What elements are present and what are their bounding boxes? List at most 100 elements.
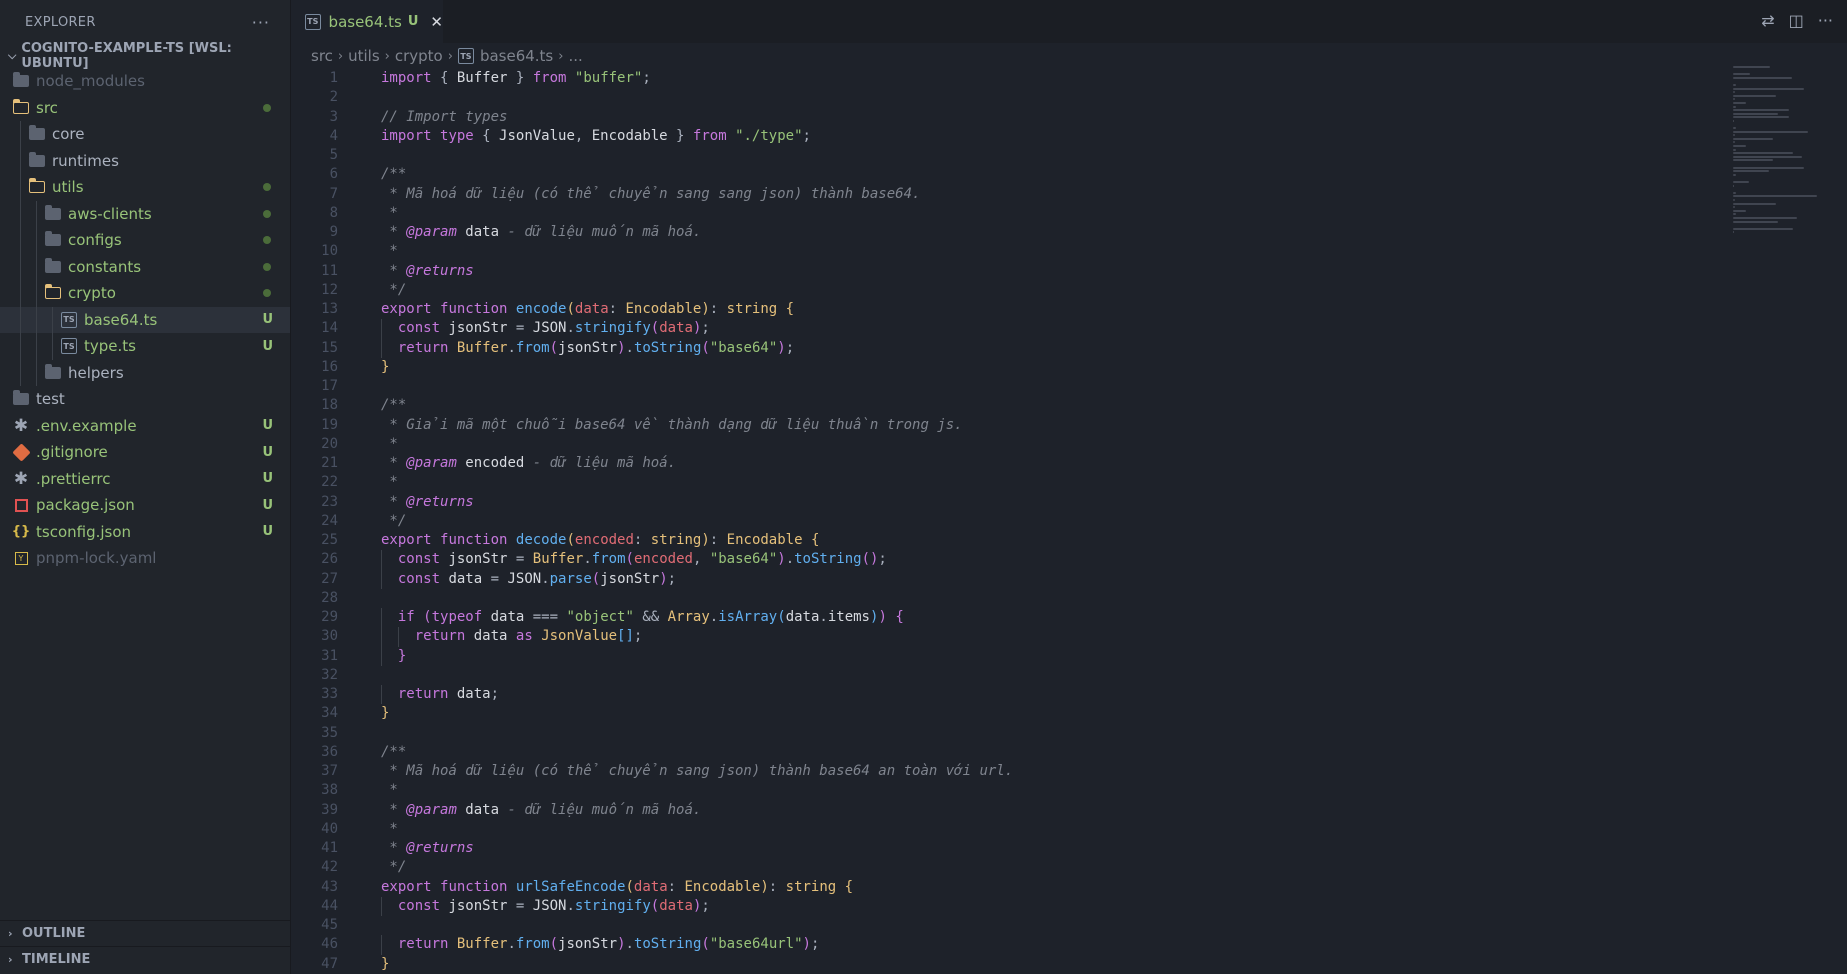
tree-item-configs[interactable]: configs <box>0 227 290 254</box>
chevron-right-icon: › <box>558 48 564 64</box>
code-line: 32 <box>291 666 1721 685</box>
minimap-line <box>1733 105 1737 108</box>
code-token: ) <box>760 878 769 895</box>
breadcrumb-item[interactable]: base64.ts <box>480 47 553 65</box>
code-token: stringify <box>574 897 651 914</box>
breadcrumb-item[interactable]: utils <box>348 47 380 65</box>
code-line: 6 /** <box>291 165 1721 184</box>
code-token: ; <box>878 551 887 568</box>
code-token: ; <box>701 320 710 337</box>
timeline-panel[interactable]: › TIMELINE <box>0 946 290 972</box>
indent-guide <box>20 359 21 386</box>
tree-item-helpers[interactable]: helpers <box>0 359 290 386</box>
code-token: toString <box>794 551 862 568</box>
more-actions-icon[interactable]: ··· <box>1818 11 1833 30</box>
code-token: ) <box>659 570 668 587</box>
code-content: * @returns <box>338 493 473 512</box>
tab-status-badge: U <box>407 14 419 29</box>
code-token: function <box>440 301 508 317</box>
tree-item-constants[interactable]: constants <box>0 253 290 280</box>
breadcrumb-item[interactable]: crypto <box>395 47 443 65</box>
code-line: 3 // Import types <box>291 108 1721 127</box>
folder-icon <box>44 257 62 275</box>
breadcrumb-item[interactable]: src <box>311 47 333 65</box>
minimap[interactable] <box>1733 66 1843 234</box>
code-line: 22 * <box>291 473 1721 492</box>
code-token: export <box>381 301 432 317</box>
tree-item-node-modules[interactable]: node_modules <box>0 68 290 95</box>
indent-guide <box>381 550 382 570</box>
tree-item-type-ts[interactable]: TS type.ts U <box>0 333 290 360</box>
tree-item-label: aws-clients <box>68 204 152 223</box>
code-token: ( <box>549 339 559 356</box>
code-token: ; <box>810 936 820 953</box>
code-token: decode <box>515 532 567 548</box>
code-token: = <box>507 897 533 914</box>
code-line: 44 const jsonStr = JSON.stringify(data); <box>291 896 1721 916</box>
tree-item-package-json[interactable]: package.json U <box>0 492 290 519</box>
code-line: 18 /** <box>291 396 1721 415</box>
minimap-line <box>1733 227 1793 230</box>
tree-item-base64-ts[interactable]: TS base64.ts U <box>0 306 290 333</box>
outline-panel[interactable]: › OUTLINE <box>0 920 290 946</box>
chevron-right-icon: › <box>8 927 13 940</box>
tab-base64[interactable]: TS base64.ts U ✕ <box>291 0 443 43</box>
code-token: && <box>633 609 668 625</box>
code-token: } <box>381 358 390 375</box>
tree-item-tsconfig-json[interactable]: {} tsconfig.json U <box>0 519 290 546</box>
config-file-icon: ✱ <box>13 415 29 436</box>
code-content: } <box>338 955 389 974</box>
code-token: ( <box>650 320 660 337</box>
tree-item-prettierrc[interactable]: ✱ .prettierrc U <box>0 466 290 493</box>
indent-guide <box>381 685 382 705</box>
more-actions-icon[interactable]: ··· <box>252 13 270 32</box>
code-token: const <box>397 320 441 337</box>
indent-guide <box>36 359 37 386</box>
code-token: Buffer <box>456 339 508 356</box>
code-content <box>338 88 381 107</box>
minimap-line <box>1733 137 1774 140</box>
tree-item-test[interactable]: test <box>0 386 290 413</box>
folder-open-icon <box>12 98 30 116</box>
tree-item-core[interactable]: core <box>0 121 290 148</box>
code-token: () <box>861 551 879 568</box>
indent-guide <box>20 280 21 307</box>
split-editor-icon[interactable]: ◫ <box>1789 11 1804 30</box>
code-token: . <box>566 897 575 914</box>
project-root[interactable]: ⌵ COGNITO-EXAMPLE-TS [WSL: UBUNTU] <box>0 41 290 71</box>
source-compare-icon[interactable]: ⇄ <box>1761 11 1774 30</box>
tree-item-runtimes[interactable]: runtimes <box>0 147 290 174</box>
line-number: 2 <box>329 89 338 106</box>
code-token: jsonStr <box>448 897 508 914</box>
tree-item-utils[interactable]: utils <box>0 174 290 201</box>
code-line: 20 * <box>291 435 1721 454</box>
line-number: 15 <box>321 339 338 356</box>
config-file-icon: ✱ <box>13 468 29 489</box>
minimap-line <box>1733 220 1778 223</box>
tree-item-gitignore[interactable]: .gitignore U <box>0 439 290 466</box>
code-token: * <box>381 782 398 799</box>
minimap-line <box>1733 213 1737 216</box>
code-token: ( <box>777 609 786 625</box>
code-token: data <box>448 570 483 587</box>
line-number: 8 <box>329 204 338 221</box>
tree-item-env-example[interactable]: ✱ .env.example U <box>0 413 290 440</box>
code-line: 31 } <box>291 646 1721 666</box>
breadcrumb-item[interactable]: ... <box>568 47 582 65</box>
tree-item-label: .gitignore <box>36 443 108 462</box>
folder-open-icon <box>44 284 62 301</box>
code-content: return data as JsonValue[]; <box>338 627 642 647</box>
tree-item-aws-clients[interactable]: aws-clients <box>0 200 290 227</box>
chevron-right-icon: › <box>447 48 453 64</box>
tree-item-crypto[interactable]: crypto <box>0 280 290 307</box>
tree-item-src[interactable]: src <box>0 95 290 122</box>
code-token: . <box>583 551 592 568</box>
close-icon[interactable]: ✕ <box>430 13 443 31</box>
code-editor[interactable]: 1 import { Buffer } from "buffer"; 2 3// Im… <box>291 69 1721 974</box>
tree-item-pnpm-lock-yaml[interactable]: Ypnpm-lock.yaml <box>0 545 290 572</box>
minimap-line <box>1733 94 1776 97</box>
